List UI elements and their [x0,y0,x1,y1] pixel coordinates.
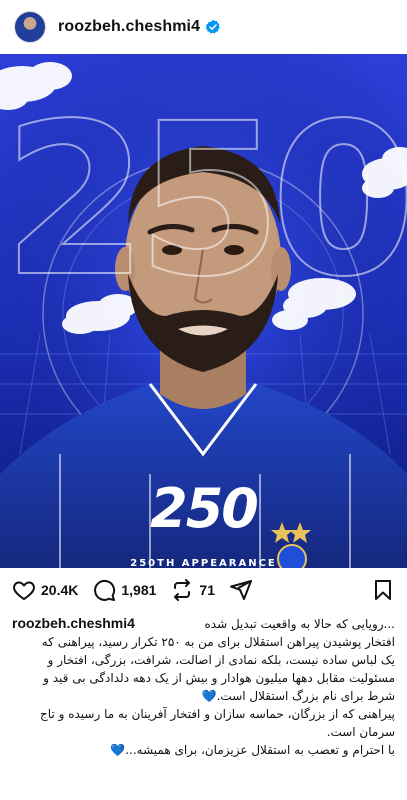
like-count: 20.4K [41,582,79,598]
blue-heart-emoji: 💙 [201,689,217,703]
caption-line-4: مسئولیت مقابل دهها میلیون هوادار و بیش ا… [43,671,395,685]
verified-badge-icon [205,19,220,34]
share-icon [229,580,252,600]
caption-line-7: سرمان است. [326,725,395,739]
post-header: roozbeh.cheshmi4 [0,0,407,54]
caption-line-1: ...رویایی که حالا به واقعیت تبدیل شده [204,617,395,631]
repost-button[interactable]: 71 [170,578,215,602]
post-image[interactable]: 250 250 250TH APPEARANCE [0,54,407,568]
background-number: 250 [1,78,407,323]
repost-icon [174,579,191,601]
caption-line-8: با احترام و تعصب به استقلال عزیزمان، برا… [125,743,395,757]
repost-count: 71 [199,582,215,598]
caption-username[interactable]: roozbeh.cheshmi4 [12,614,135,632]
appearance-number: 250 [150,477,259,540]
comment-button[interactable]: 1,981 [92,578,156,602]
caption-line-5: شرط برای نام بزرگ استقلال است. [216,689,395,703]
heart-icon [13,581,35,600]
caption-first-line: roozbeh.cheshmi4 ...رویایی که حالا به وا… [12,614,395,633]
comment-count: 1,981 [121,582,157,598]
like-button[interactable]: 20.4K [12,578,78,602]
caption-line-8-row: با احترام و تعصب به استقلال عزیزمان، برا… [12,741,395,759]
caption-line-5-row: شرط برای نام بزرگ استقلال است.💙 [12,687,395,705]
blue-heart-emoji-2: 💙 [110,743,126,757]
share-button[interactable] [229,578,253,602]
post-caption: roozbeh.cheshmi4 ...رویایی که حالا به وا… [0,612,407,759]
caption-line-6: پیراهنی که از بزرگان، حماسه سازان و افتخ… [40,707,395,721]
comment-icon [94,579,116,601]
save-button[interactable] [371,578,395,602]
caption-line-3: یک لباس ساده نیست، بلکه نمادی از اصالت، … [47,653,395,667]
bookmark-icon [375,580,391,600]
appearance-label: 250TH APPEARANCE [130,558,277,568]
avatar[interactable] [14,11,46,43]
caption-line-2: افتخار پوشیدن پیراهن استقلال برای من به … [41,635,395,649]
username[interactable]: roozbeh.cheshmi4 [58,18,200,36]
post-actions: 20.4K 1,981 71 [0,568,407,612]
